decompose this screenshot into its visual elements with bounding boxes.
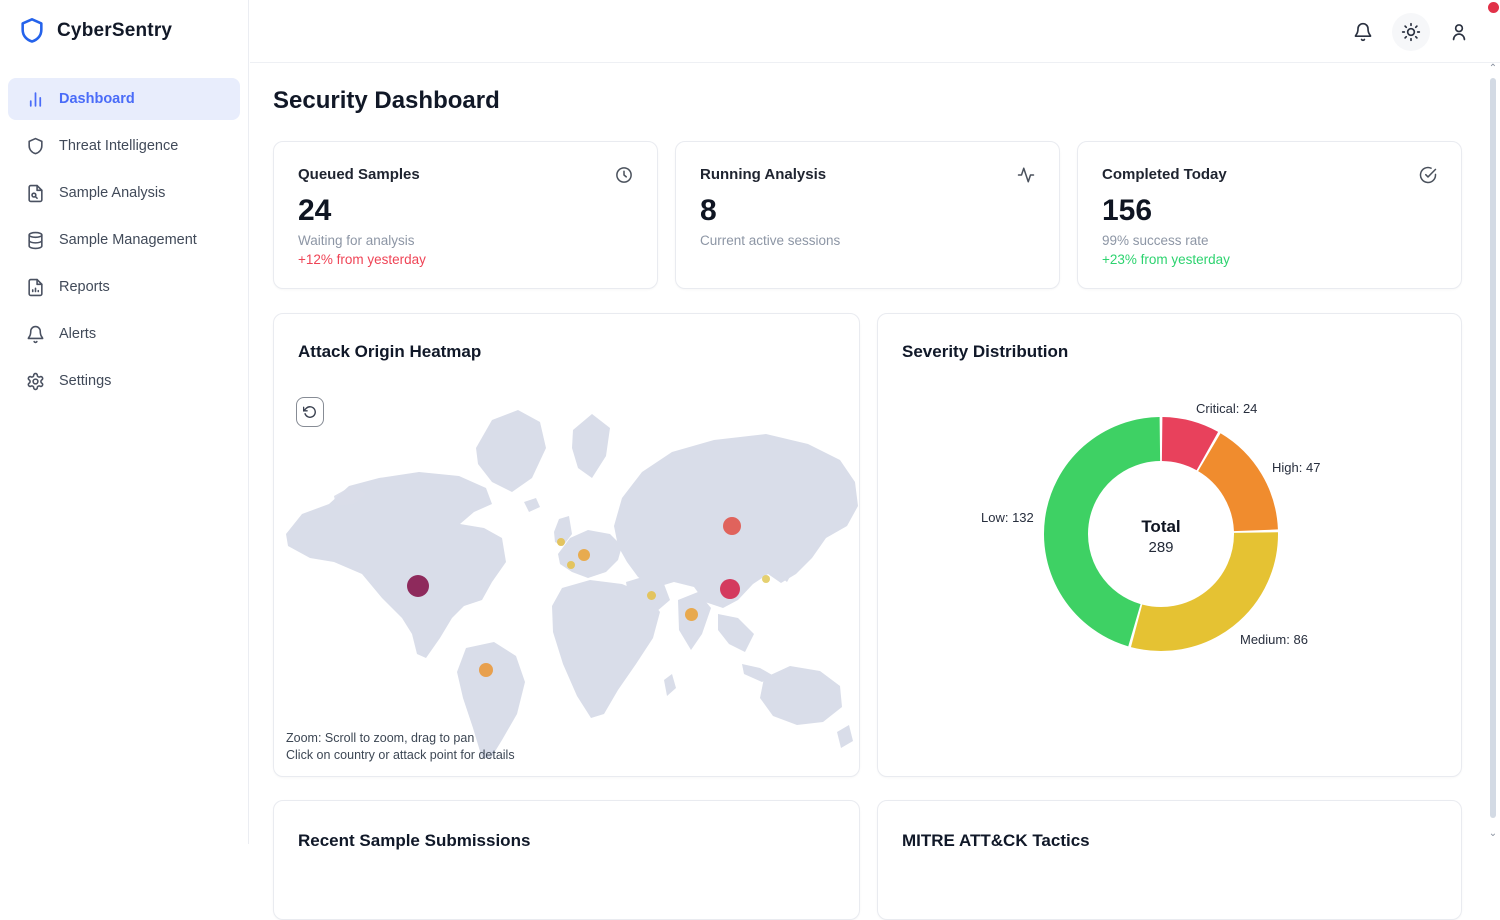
- recent-sample-submissions-card: Recent Sample Submissions: [273, 800, 860, 920]
- rotate-ccw-icon: [303, 405, 317, 419]
- stat-title: Running Analysis: [700, 166, 826, 183]
- recording-indicator-dot: [1488, 2, 1499, 13]
- map-card-title: Attack Origin Heatmap: [298, 342, 481, 362]
- stat-card-completed-today: Completed Today 156 99% success rate +23…: [1077, 141, 1462, 289]
- app-logo: CyberSentry: [0, 0, 248, 45]
- stat-subtitle: 99% success rate: [1102, 233, 1437, 248]
- file-chart-icon: [26, 278, 45, 297]
- map-hint-line-1: Zoom: Scroll to zoom, drag to pan: [286, 730, 515, 747]
- scrollbar-thumb[interactable]: [1490, 78, 1496, 818]
- attack-point-china[interactable]: [720, 579, 740, 599]
- sidebar-item-label: Reports: [59, 279, 110, 295]
- shield-icon: [26, 137, 45, 156]
- vertical-scrollbar[interactable]: ⌃ ⌄: [1488, 64, 1498, 844]
- map-hint-line-2: Click on country or attack point for det…: [286, 747, 515, 764]
- gear-icon: [26, 372, 45, 391]
- sidebar-item-label: Alerts: [59, 326, 96, 342]
- scroll-down-caret[interactable]: ⌄: [1488, 829, 1498, 839]
- attack-point-usa[interactable]: [407, 575, 429, 597]
- stat-trend: +12% from yesterday: [298, 252, 633, 267]
- sidebar-item-label: Threat Intelligence: [59, 138, 178, 154]
- attack-point-south-korea[interactable]: [762, 575, 770, 583]
- attack-point-uk[interactable]: [557, 538, 565, 546]
- attack-point-france[interactable]: [567, 561, 575, 569]
- sidebar-item-alerts[interactable]: Alerts: [8, 313, 240, 355]
- world-map[interactable]: [274, 386, 860, 761]
- total-value: 289: [1101, 539, 1221, 556]
- attack-point-india[interactable]: [685, 608, 698, 621]
- sun-icon: [1401, 22, 1421, 42]
- donut-label-critical: Critical: 24: [1196, 401, 1257, 416]
- page-title: Security Dashboard: [273, 87, 500, 115]
- stat-card-running-analysis: Running Analysis 8 Current active sessio…: [675, 141, 1060, 289]
- sidebar-item-settings[interactable]: Settings: [8, 360, 240, 402]
- user-icon: [1449, 22, 1469, 42]
- map-hint-text: Zoom: Scroll to zoom, drag to pan Click …: [286, 730, 515, 764]
- theme-toggle-button[interactable]: [1392, 13, 1430, 51]
- app-name: CyberSentry: [57, 20, 172, 42]
- severity-distribution-card: Severity Distribution Critical: 24High: …: [877, 313, 1462, 777]
- sidebar-item-reports[interactable]: Reports: [8, 266, 240, 308]
- total-label: Total: [1101, 517, 1221, 537]
- map-reset-zoom-button[interactable]: [296, 397, 324, 427]
- donut-segment-critical[interactable]: [1162, 439, 1207, 451]
- topbar: [250, 0, 1500, 63]
- stat-value: 8: [700, 194, 1035, 228]
- recent-submissions-title: Recent Sample Submissions: [298, 831, 835, 851]
- bell-icon: [26, 325, 45, 344]
- stat-subtitle: Current active sessions: [700, 233, 1035, 248]
- severity-donut-chart: Critical: 24 High: 47 Medium: 86 Low: 132 T…: [878, 314, 1461, 776]
- sidebar-item-dashboard[interactable]: Dashboard: [8, 78, 240, 120]
- donut-center-total: Total 289: [1101, 517, 1221, 556]
- file-search-icon: [26, 184, 45, 203]
- donut-label-low: Low: 132: [981, 510, 1034, 525]
- sidebar-nav: Dashboard Threat Intelligence Sample Ana…: [0, 78, 248, 407]
- stat-card-queued-samples: Queued Samples 24 Waiting for analysis +…: [273, 141, 658, 289]
- donut-label-medium: Medium: 86: [1240, 632, 1308, 647]
- check-circle-icon: [1419, 166, 1437, 184]
- stat-value: 156: [1102, 194, 1437, 228]
- database-icon: [26, 231, 45, 250]
- sidebar-item-label: Settings: [59, 373, 111, 389]
- donut-label-high: High: 47: [1272, 460, 1320, 475]
- attack-point-middle-east[interactable]: [647, 591, 656, 600]
- attack-origin-heatmap-card: Attack Origin Heatmap: [273, 313, 860, 777]
- user-menu-button[interactable]: [1440, 13, 1478, 51]
- stat-title: Completed Today: [1102, 166, 1227, 183]
- activity-icon: [1017, 166, 1035, 184]
- mitre-attck-tactics-card: MITRE ATT&CK Tactics: [877, 800, 1462, 920]
- sidebar-item-label: Sample Management: [59, 232, 197, 248]
- sidebar-item-label: Dashboard: [59, 91, 135, 107]
- sidebar-item-sample-management[interactable]: Sample Management: [8, 219, 240, 261]
- notifications-button[interactable]: [1344, 13, 1382, 51]
- attack-point-brazil[interactable]: [479, 663, 493, 677]
- scroll-up-caret[interactable]: ⌃: [1488, 64, 1498, 74]
- attack-point-germany[interactable]: [578, 549, 590, 561]
- stat-subtitle: Waiting for analysis: [298, 233, 633, 248]
- sidebar: CyberSentry Dashboard Threat Intelligenc…: [0, 0, 249, 844]
- topbar-actions: [1344, 0, 1478, 63]
- mitre-tactics-title: MITRE ATT&CK Tactics: [902, 831, 1437, 851]
- stat-value: 24: [298, 194, 633, 228]
- bar-chart-icon: [26, 90, 45, 109]
- clock-icon: [615, 166, 633, 184]
- sidebar-item-label: Sample Analysis: [59, 185, 165, 201]
- stat-title: Queued Samples: [298, 166, 420, 183]
- stat-trend: +23% from yesterday: [1102, 252, 1437, 267]
- attack-point-russia[interactable]: [723, 517, 741, 535]
- shield-logo-icon: [18, 17, 46, 45]
- bell-icon: [1353, 22, 1373, 42]
- sidebar-item-sample-analysis[interactable]: Sample Analysis: [8, 172, 240, 214]
- sidebar-item-threat-intelligence[interactable]: Threat Intelligence: [8, 125, 240, 167]
